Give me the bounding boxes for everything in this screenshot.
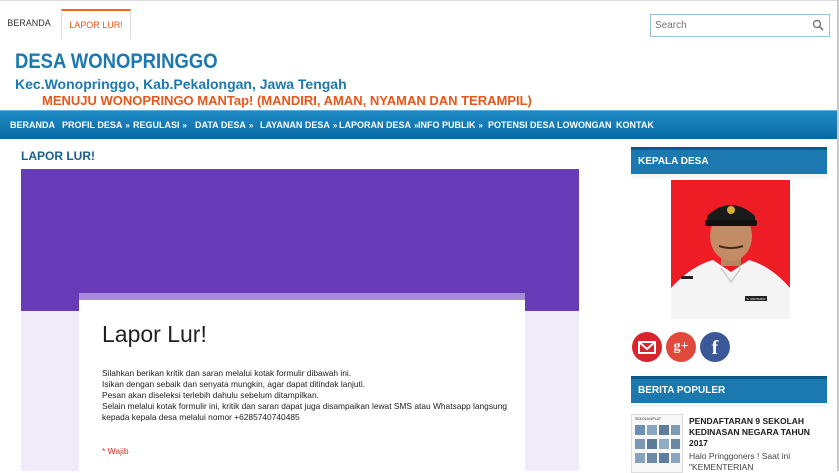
- nav-item-label: LAPORAN DESA: [339, 120, 412, 130]
- site-subtitle: Kec.Wonopringgo, Kab.Pekalongan, Jawa Te…: [15, 76, 347, 92]
- embedded-form: Lapor Lur! Silahkan berikan kritik dan s…: [21, 169, 579, 471]
- nav-item-label: LOWONGAN: [557, 120, 612, 130]
- nav-item-data-desa[interactable]: DATA DESA»: [195, 111, 253, 139]
- nav-item-label: POTENSI DESA: [488, 120, 556, 130]
- portrait-image: S. ANNTARIO: [671, 180, 790, 319]
- form-header-band: [21, 169, 579, 311]
- berita-populer-header: BERITA POPULER: [631, 376, 827, 407]
- required-note: * Wajib: [102, 446, 129, 456]
- facebook-button[interactable]: f: [700, 332, 730, 362]
- nav-item-label: BERANDA: [10, 120, 55, 130]
- google-plus-icon: g+: [673, 339, 689, 354]
- page-title: LAPOR LUR!: [21, 149, 95, 163]
- mail-icon: [638, 341, 656, 354]
- nav-item-label: KONTAK: [616, 120, 654, 130]
- popular-post-title[interactable]: PENDAFTARAN 9 SEKOLAH KEDINASAN NEGARA T…: [689, 416, 829, 449]
- form-description-line: Selain melalui kotak formulir ini, kriti…: [102, 401, 508, 422]
- search-input[interactable]: [651, 16, 805, 35]
- nav-item-label: DATA DESA: [195, 120, 246, 130]
- popular-post-excerpt: Halo Pringgoners ! Saat ini "KEMENTERIAN: [689, 451, 791, 472]
- form-description-line: Pesan akan diseleksi terlebih dahulu seb…: [102, 390, 319, 400]
- form-description-line: Silahkan berikan kritik dan saran melalu…: [102, 368, 352, 378]
- widget-title: BERITA POPULER: [638, 385, 726, 396]
- search-icon[interactable]: [812, 19, 824, 31]
- thumbnail-caption: SEKOLAH/PLAT: [635, 417, 662, 421]
- widget-title: KEPALA DESA: [638, 156, 709, 167]
- google-plus-button[interactable]: g+: [666, 332, 696, 362]
- form-title: Lapor Lur!: [102, 321, 207, 347]
- form-card: Lapor Lur! Silahkan berikan kritik dan s…: [79, 293, 525, 471]
- nav-item-kontak[interactable]: KONTAK: [616, 111, 654, 139]
- nav-item-layanan-desa[interactable]: LAYANAN DESA»: [260, 111, 337, 139]
- nav-item-label: REGULASI: [133, 120, 180, 130]
- nav-item-profil-desa[interactable]: PROFIL DESA»: [62, 111, 130, 139]
- nav-item-regulasi[interactable]: REGULASI»: [133, 111, 187, 139]
- nav-item-label: LAYANAN DESA: [260, 120, 330, 130]
- header-divider: [631, 174, 827, 178]
- nav-item-label: PROFIL DESA: [62, 120, 123, 130]
- top-tab-lapor-lur[interactable]: LAPOR LUR!: [61, 9, 131, 39]
- nav-item-label: INFO PUBLIK: [418, 120, 476, 130]
- facebook-icon: f: [711, 337, 719, 359]
- main-nav: BERANDA PROFIL DESA» REGULASI» DATA DESA…: [0, 110, 837, 139]
- nav-item-lowongan[interactable]: LOWONGAN: [557, 111, 612, 139]
- search-box: [650, 14, 830, 37]
- email-share-button[interactable]: [632, 332, 662, 362]
- nav-item-laporan-desa[interactable]: LAPORAN DESA»: [339, 111, 418, 139]
- top-tab-beranda[interactable]: BERANDA: [0, 9, 58, 37]
- chevron-right-icon: »: [125, 121, 130, 130]
- nav-item-beranda[interactable]: BERANDA: [10, 111, 55, 139]
- site-motto: MENUJU WONOPRINGO MANTap! (MANDIRI, AMAN…: [42, 93, 532, 108]
- nav-item-potensi-desa[interactable]: POTENSI DESA: [488, 111, 555, 139]
- form-description-line: Isikan dengan sebaik dan senyata mungkin…: [102, 379, 366, 389]
- chevron-right-icon: »: [332, 121, 338, 130]
- kepala-desa-photo: S. ANNTARIO: [671, 180, 790, 319]
- nav-item-info-publik[interactable]: INFO PUBLIK»: [418, 111, 483, 139]
- top-bar: BERANDA LAPOR LUR!: [0, 0, 839, 39]
- chevron-right-icon: »: [182, 121, 187, 130]
- header-divider: [631, 403, 827, 407]
- chevron-right-icon: »: [248, 121, 254, 130]
- chevron-right-icon: »: [478, 121, 483, 130]
- site-title[interactable]: DESA WONOPRINGGO: [15, 50, 218, 74]
- form-description: Silahkan berikan kritik dan saran melalu…: [102, 368, 512, 423]
- kepala-desa-header: KEPALA DESA: [631, 147, 827, 178]
- popular-post-thumbnail[interactable]: SEKOLAH/PLAT: [631, 414, 683, 473]
- photo-nametag: S. ANNTARIO: [747, 297, 766, 301]
- thumbnail-image: SEKOLAH/PLAT: [632, 415, 682, 472]
